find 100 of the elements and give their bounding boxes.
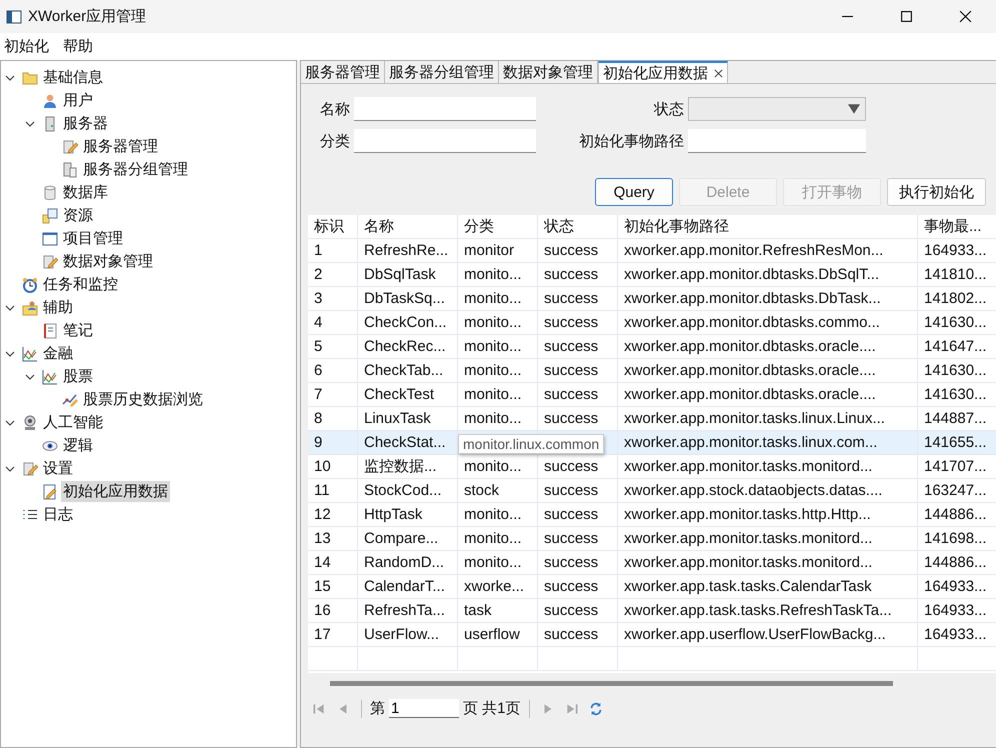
input-field[interactable]	[688, 129, 866, 153]
column-header[interactable]: 状态	[538, 215, 618, 239]
table-row[interactable]: 10 监控数据... monito... success xworker.app.monitor.tasks.monitord... 141707...	[308, 455, 996, 479]
table-cell: 14	[314, 554, 331, 571]
tree-item[interactable]: 服务器管理	[81, 136, 160, 157]
table-cell: success	[544, 530, 598, 547]
table-cell: 141655...	[924, 434, 987, 451]
user-icon	[42, 92, 58, 108]
table-cell: 141802...	[924, 290, 987, 307]
table-cell: xworker.app.monitor.tasks.linux.com...	[624, 434, 878, 451]
table-row[interactable]: 6 CheckTab... monito... success xworker.app.monitor.dbtasks.oracle.... 141630...	[308, 359, 996, 383]
chevron-down-icon[interactable]	[25, 372, 35, 382]
tree-item[interactable]: 任务和监控	[41, 274, 120, 295]
input-field[interactable]	[354, 129, 536, 153]
user-folder-icon	[22, 300, 38, 316]
page-input[interactable]: 1	[389, 699, 459, 718]
menu-item[interactable]: 初始化	[0, 37, 55, 56]
chart-icon	[42, 368, 58, 384]
tab[interactable]: 初始化应用数据	[598, 61, 728, 83]
table-cell: 7	[314, 386, 322, 403]
dropdown-field[interactable]	[688, 97, 866, 121]
tree-item[interactable]: 设置	[41, 458, 75, 479]
tree-item[interactable]: 资源	[61, 205, 95, 226]
table-cell: xworker.app.monitor.tasks.monitord...	[624, 530, 872, 547]
table-row[interactable]: 1 RefreshRe... monitor success xworker.app.monitor.RefreshResMon... 164933...	[308, 239, 996, 263]
table-cell: LinuxTask	[364, 410, 431, 427]
column-header[interactable]: 事物最...	[918, 215, 996, 239]
table-row[interactable]: 7 CheckTest monito... success xworker.app.monitor.dbtasks.oracle.... 141630...	[308, 383, 996, 407]
tree-item[interactable]: 辅助	[41, 297, 75, 318]
table-row[interactable]: 13 Compare... monito... success xworker.app.monitor.tasks.monitord... 141698...	[308, 527, 996, 551]
tree-item[interactable]: 项目管理	[61, 228, 125, 249]
tree-item[interactable]: 用户	[61, 90, 95, 111]
table-row[interactable]: 15 CalendarT... xworke... success xworker.app.task.tasks.CalendarTask 164933...	[308, 575, 996, 599]
dropdown-arrow-icon[interactable]	[848, 104, 860, 114]
table-cell: xworker.app.monitor.dbtasks.oracle....	[624, 338, 876, 355]
table-cell: success	[544, 314, 598, 331]
action-button[interactable]: Query	[595, 178, 673, 206]
table-cell: xworker.app.monitor.tasks.monitord...	[624, 458, 872, 475]
chevron-down-icon[interactable]	[5, 302, 15, 312]
tree-item[interactable]: 人工智能	[41, 412, 105, 433]
column-header[interactable]: 分类	[458, 215, 538, 239]
table-cell: xworker.app.monitor.tasks.http.Http...	[624, 506, 871, 523]
input-field[interactable]	[354, 97, 536, 121]
table-cell: 16	[314, 602, 331, 619]
tree-item[interactable]: 服务器	[61, 113, 110, 134]
tree-item[interactable]: 逻辑	[61, 435, 95, 456]
chevron-down-icon[interactable]	[25, 118, 35, 128]
table-row[interactable]: 2 DbSqlTask monito... success xworker.app.monitor.dbtasks.DbSqlT... 141810...	[308, 263, 996, 287]
table-cell: success	[544, 290, 598, 307]
table-row[interactable]: 5 CheckRec... monito... success xworker.app.monitor.dbtasks.oracle.... 141647...	[308, 335, 996, 359]
column-header[interactable]: 初始化事物路径	[618, 215, 918, 239]
tab[interactable]: 服务器分组管理	[385, 61, 499, 83]
table-row[interactable]: 9 CheckStat... monitor.linux.common xworker.app.monitor.tasks.linux.com... 141655...	[308, 431, 996, 455]
tree-item[interactable]: 日志	[41, 504, 75, 525]
table-cell: xworker.app.monitor.dbtasks.oracle....	[624, 362, 876, 379]
table-cell: success	[544, 506, 598, 523]
tab[interactable]: 服务器管理	[301, 61, 385, 83]
refresh-icon[interactable]	[588, 702, 603, 716]
close-icon[interactable]	[714, 68, 723, 78]
tree-item[interactable]: 金融	[41, 343, 75, 364]
table-cell: xworker.app.monitor.dbtasks.oracle....	[624, 386, 876, 403]
table-row[interactable]: 11 StockCod... stock success xworker.app.stock.dataobjects.datas.... 163247...	[308, 479, 996, 503]
tree-item[interactable]: 基础信息	[41, 67, 105, 88]
maximize-icon[interactable]	[900, 10, 913, 23]
tree-item[interactable]: 初始化应用数据	[61, 481, 170, 502]
table-cell: success	[544, 554, 598, 571]
edit-icon	[62, 138, 78, 154]
chevron-down-icon[interactable]	[5, 72, 15, 82]
tree-item[interactable]: 服务器分组管理	[81, 159, 190, 180]
table-cell: 13	[314, 530, 331, 547]
chevron-down-icon[interactable]	[5, 418, 15, 428]
chevron-down-icon[interactable]	[5, 348, 15, 358]
tree-item[interactable]: 股票历史数据浏览	[81, 389, 205, 410]
table-cell: success	[544, 386, 598, 403]
table-cell: UserFlow...	[364, 626, 440, 643]
action-button[interactable]: 执行初始化	[887, 178, 986, 206]
table-row[interactable]: 3 DbTaskSq... monito... success xworker.app.monitor.dbtasks.DbTask... 141802...	[308, 287, 996, 311]
table-row[interactable]: 4 CheckCon... monito... success xworker.app.monitor.dbtasks.commo... 141630...	[308, 311, 996, 335]
table-cell: xworker.app.monitor.tasks.monitord...	[624, 554, 872, 571]
tree-item[interactable]: 股票	[61, 366, 95, 387]
table-cell: xworker.app.monitor.dbtasks.commo...	[624, 314, 880, 331]
chevron-down-icon[interactable]	[5, 464, 15, 474]
column-header[interactable]: 名称	[358, 215, 458, 239]
tree-item[interactable]: 笔记	[61, 320, 95, 341]
table-row[interactable]: 12 HttpTask monito... success xworker.app.monitor.tasks.http.Http... 144886...	[308, 503, 996, 527]
table-row[interactable]: 17 UserFlow... userflow success xworker.app.userflow.UserFlowBackg... 164933...	[308, 623, 996, 647]
tree-item[interactable]: 数据对象管理	[61, 251, 155, 272]
table-cell: 17	[314, 626, 331, 643]
scrollbar-thumb[interactable]	[330, 680, 893, 686]
table-row[interactable]: 16 RefreshTa... task success xworker.app.task.tasks.RefreshTaskTa... 164933...	[308, 599, 996, 623]
table-row[interactable]: 14 RandomD... monito... success xworker.app.monitor.tasks.monitord... 144886...	[308, 551, 996, 575]
table-cell: success	[544, 578, 598, 595]
menu-item[interactable]: 帮助	[59, 37, 99, 56]
table-cell: monito...	[464, 266, 522, 283]
column-header[interactable]: 标识	[308, 215, 358, 239]
close-icon[interactable]	[959, 10, 972, 23]
table-cell: 164933...	[924, 578, 987, 595]
table-cell: monito...	[464, 386, 522, 403]
tree-item[interactable]: 数据库	[61, 182, 110, 203]
table-cell: 监控数据...	[364, 457, 437, 476]
